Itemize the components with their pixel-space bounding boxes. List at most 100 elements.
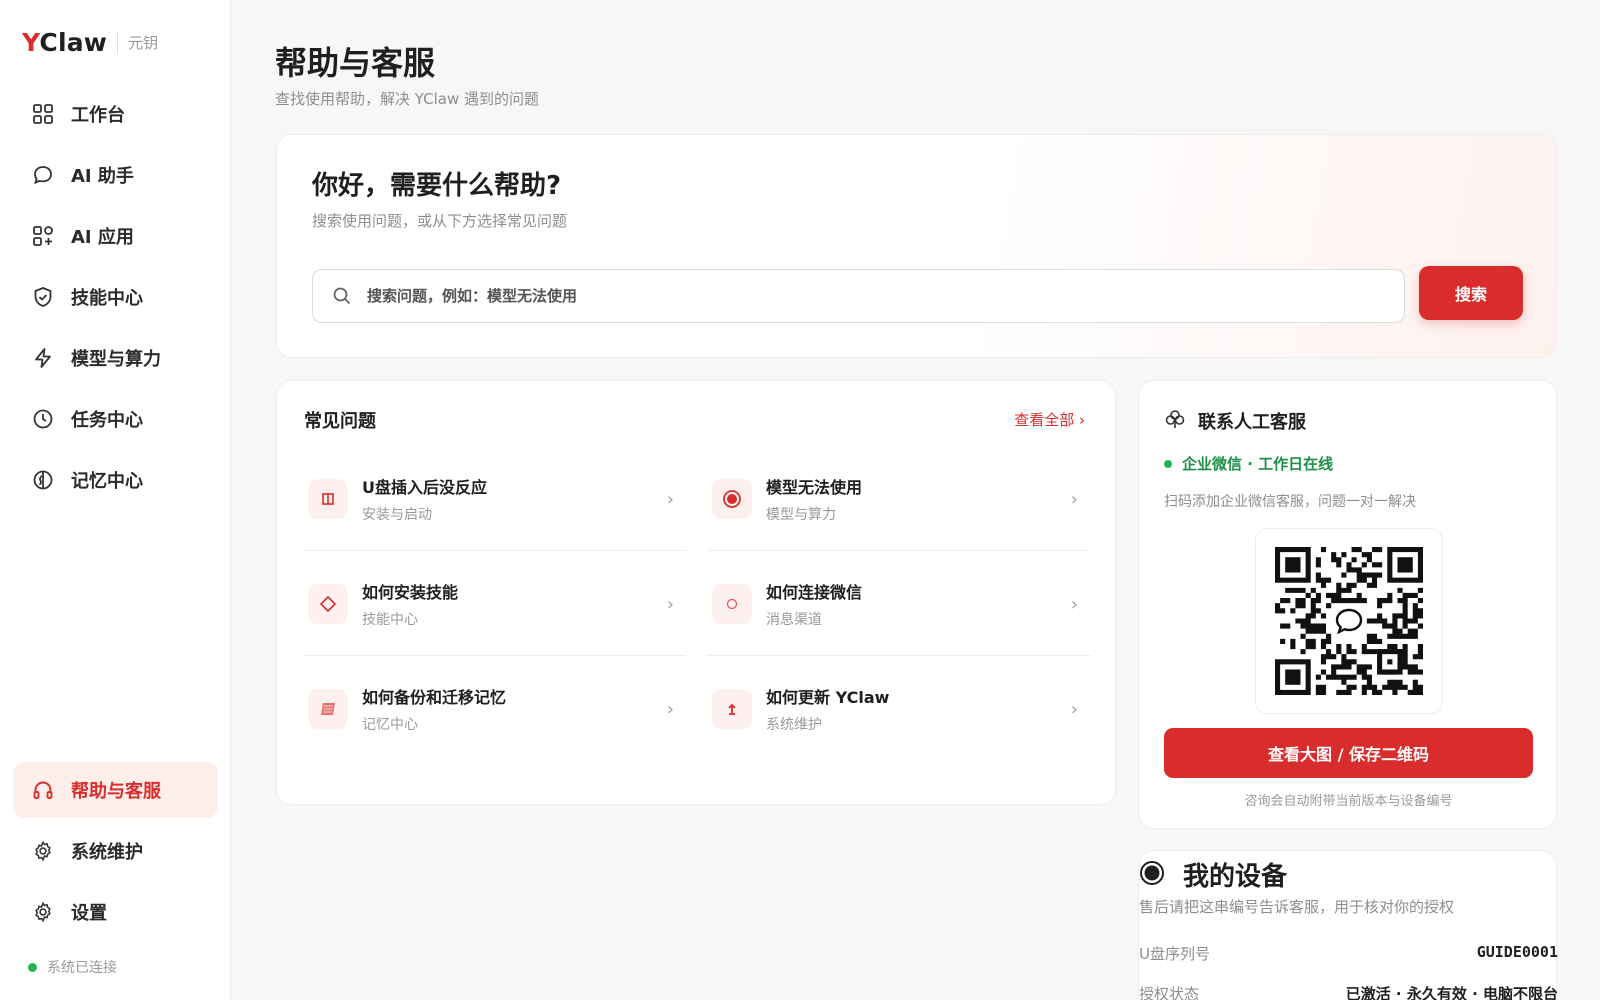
faq-question: 模型无法使用 bbox=[766, 477, 863, 497]
online-status: 企业微信 · 工作日在线 bbox=[1164, 453, 1333, 474]
faq-item[interactable]: 模型无法使用 模型与算力 › bbox=[708, 447, 1090, 551]
chevron-right-icon: › bbox=[666, 489, 674, 510]
chevron-right-icon: › bbox=[666, 699, 674, 720]
save-qr-button[interactable]: 查看大图 / 保存二维码 bbox=[1164, 728, 1533, 778]
contact-header: 联系人工客服 bbox=[1164, 408, 1306, 434]
sidebar-item-settings[interactable]: 设置 bbox=[13, 884, 218, 940]
qr-note: 咨询会自动附带当前版本与设备编号 bbox=[1244, 794, 1453, 809]
faq-question: 如何连接微信 bbox=[766, 582, 863, 602]
sidebar-item-label: 记忆中心 bbox=[71, 471, 143, 492]
serial-label: U盘序列号 bbox=[1139, 945, 1210, 963]
sidebar-item-help[interactable]: 帮助与客服 bbox=[13, 762, 218, 818]
serial-row: U盘序列号 GUIDE0001 bbox=[1139, 943, 1558, 964]
search-input[interactable] bbox=[367, 287, 1267, 305]
clock-icon bbox=[31, 407, 55, 431]
brand[interactable]: YClaw 元钥 bbox=[22, 28, 158, 57]
gear-icon bbox=[31, 839, 55, 863]
target-icon bbox=[712, 478, 752, 519]
sidebar-nav: 工作台 AI 助手 AI 应用 技能中心 模型与算力 任务中心 记忆中心 bbox=[13, 86, 218, 513]
faq-item[interactable]: U盘插入后没反应 安装与启动 › bbox=[304, 447, 686, 551]
sidebar-item-label: 设置 bbox=[71, 903, 107, 924]
brand-divider bbox=[117, 31, 119, 54]
page-subtitle: 查找使用帮助，解决 YClaw 遇到的问题 bbox=[275, 90, 539, 108]
brand-logo: YClaw bbox=[22, 28, 108, 57]
device-description: 售后请把这串编号告诉客服，用于核对你的授权 bbox=[1139, 898, 1455, 916]
search-box bbox=[312, 269, 1405, 323]
contact-description: 扫码添加企业微信客服，问题一对一解决 bbox=[1164, 494, 1416, 510]
search-card: 你好，需要什么帮助? 搜索使用问题，或从下方选择常见问题 搜索 bbox=[276, 134, 1557, 358]
faq-question: U盘插入后没反应 bbox=[362, 477, 487, 497]
faq-item[interactable]: 如何连接微信 消息渠道 › bbox=[708, 552, 1090, 656]
headphones-icon bbox=[31, 778, 55, 802]
contact-card: 联系人工客服 企业微信 · 工作日在线 扫码添加企业微信客服，问题一对一解决 查… bbox=[1138, 380, 1557, 829]
qr-code[interactable] bbox=[1255, 528, 1443, 714]
online-dot bbox=[1164, 459, 1172, 468]
support-icon bbox=[1164, 408, 1186, 434]
shield-check-icon bbox=[31, 285, 55, 309]
sidebar-item-label: 系统维护 bbox=[71, 842, 143, 863]
faq-card: 常见问题 查看全部 › U盘插入后没反应 安装与启动 › 模型无法使用 模型与算… bbox=[276, 380, 1116, 805]
sidebar-item-label: 任务中心 bbox=[71, 410, 143, 431]
faq-title: 常见问题 bbox=[304, 411, 376, 432]
faq-item[interactable]: 如何更新 YClaw 系统维护 › bbox=[708, 657, 1090, 761]
view-all-link[interactable]: 查看全部 › bbox=[1014, 409, 1085, 430]
device-card: 我的设备 售后请把这串编号告诉客服，用于核对你的授权 U盘序列号 GUIDE00… bbox=[1138, 850, 1558, 1000]
contact-title: 联系人工客服 bbox=[1198, 412, 1306, 433]
faq-category: 消息渠道 bbox=[766, 611, 822, 628]
faq-question: 如何安装技能 bbox=[362, 582, 459, 602]
lightning-icon bbox=[31, 346, 55, 370]
sidebar-item-label: 技能中心 bbox=[71, 288, 143, 309]
faq-category: 系统维护 bbox=[766, 717, 822, 733]
faq-category: 技能中心 bbox=[362, 611, 418, 628]
settings-icon bbox=[31, 900, 55, 924]
sidebar-item-label: 帮助与客服 bbox=[71, 781, 161, 802]
search-card-subtitle: 搜索使用问题，或从下方选择常见问题 bbox=[312, 212, 568, 230]
upload-icon bbox=[712, 689, 752, 729]
device-title: 我的设备 bbox=[1183, 862, 1288, 892]
online-text: 企业微信 · 工作日在线 bbox=[1182, 455, 1334, 473]
sidebar-item-label: AI 应用 bbox=[71, 227, 134, 248]
sidebar-item-workbench[interactable]: 工作台 bbox=[13, 86, 218, 142]
sidebar-item-tasks[interactable]: 任务中心 bbox=[13, 391, 218, 447]
device-header: 我的设备 bbox=[1139, 856, 1287, 893]
search-card-title: 你好，需要什么帮助? bbox=[312, 171, 562, 201]
sidebar-item-label: AI 助手 bbox=[71, 166, 134, 187]
faq-category: 记忆中心 bbox=[362, 717, 418, 733]
faq-item[interactable]: 如何备份和迁移记忆 记忆中心 › bbox=[304, 657, 686, 761]
faq-category: 安装与启动 bbox=[362, 506, 432, 523]
faq-item[interactable]: 如何安装技能 技能中心 › bbox=[304, 552, 686, 656]
faq-category: 模型与算力 bbox=[766, 506, 836, 523]
serial-value[interactable]: GUIDE0001 bbox=[1477, 943, 1558, 964]
connection-status: 系统已连接 bbox=[28, 957, 117, 977]
radio-icon bbox=[1139, 860, 1165, 890]
sidebar-item-ai-assistant[interactable]: AI 助手 bbox=[13, 147, 218, 203]
chevron-right-icon: › bbox=[666, 594, 674, 615]
apps-icon bbox=[31, 224, 55, 248]
sidebar-item-label: 工作台 bbox=[71, 105, 125, 126]
sidebar-item-skills[interactable]: 技能中心 bbox=[13, 269, 218, 325]
sidebar-item-maintenance[interactable]: 系统维护 bbox=[13, 823, 218, 879]
usb-drive-icon bbox=[308, 478, 348, 519]
sidebar-item-memory[interactable]: 记忆中心 bbox=[13, 452, 218, 508]
notebook-icon bbox=[308, 689, 348, 729]
chevron-right-icon: › bbox=[1070, 699, 1078, 720]
chat-bubble-icon bbox=[31, 163, 55, 187]
status-dot bbox=[28, 962, 37, 972]
sidebar-item-ai-apps[interactable]: AI 应用 bbox=[13, 208, 218, 264]
chevron-right-icon: › bbox=[1070, 594, 1078, 615]
faq-question: 如何备份和迁移记忆 bbox=[362, 688, 507, 707]
brain-icon bbox=[31, 468, 55, 492]
brand-subtitle: 元钥 bbox=[128, 34, 159, 52]
faq-question: 如何更新 YClaw bbox=[766, 688, 890, 707]
sidebar-bottom-nav: 帮助与客服 系统维护 设置 bbox=[13, 762, 218, 945]
auth-value: 已激活 · 永久有效 · 电脑不限台 bbox=[1345, 985, 1558, 1000]
search-icon bbox=[331, 285, 353, 307]
search-button[interactable]: 搜索 bbox=[1419, 266, 1523, 320]
sidebar-item-models[interactable]: 模型与算力 bbox=[13, 330, 218, 386]
circle-icon bbox=[712, 583, 752, 624]
auth-label: 授权状态 bbox=[1139, 985, 1200, 1000]
diamond-icon bbox=[308, 583, 348, 624]
page-title: 帮助与客服 bbox=[275, 44, 436, 82]
grid-icon bbox=[31, 102, 55, 126]
sidebar-item-label: 模型与算力 bbox=[71, 349, 161, 370]
